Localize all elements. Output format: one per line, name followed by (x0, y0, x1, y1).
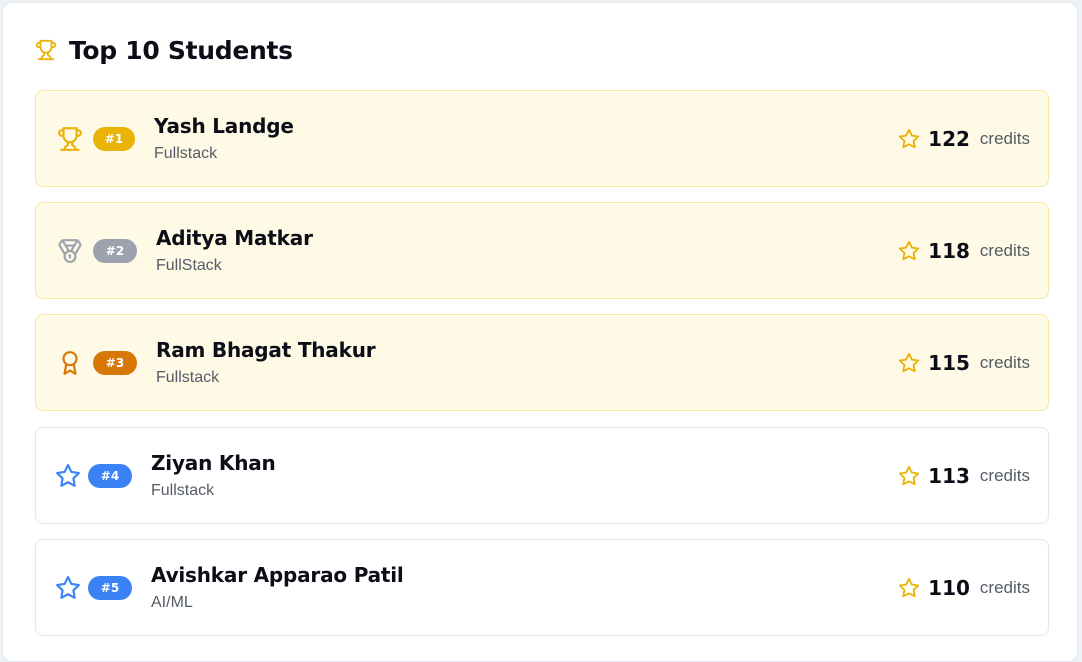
list-item[interactable]: #1 Yash Landge Fullstack 122 credits (35, 90, 1049, 187)
star-icon (54, 462, 82, 490)
credits-value: 115 (928, 351, 970, 375)
credits-value: 110 (928, 576, 970, 600)
student-track: FullStack (156, 257, 222, 274)
student-track: Fullstack (156, 369, 220, 386)
credits-value: 113 (928, 464, 970, 488)
student-name: Aditya Matkar (156, 226, 313, 250)
star-icon (898, 577, 920, 599)
credits-value: 122 (928, 127, 970, 151)
student-track: Fullstack (154, 145, 218, 162)
leaderboard-card: Top 10 Students #1 Yash Landge Fullstack… (2, 2, 1078, 662)
leaderboard-header: Top 10 Students (35, 33, 293, 67)
student-name: Ziyan Khan (151, 451, 276, 475)
rank-badge: #5 (88, 576, 132, 600)
student-info: Aditya Matkar FullStack (156, 225, 313, 275)
credits-display: 118 credits (898, 238, 1030, 264)
student-name: Avishkar Apparao Patil (151, 563, 404, 587)
credits-unit: credits (979, 578, 1030, 597)
credits-display: 113 credits (898, 463, 1030, 489)
credits-value: 118 (928, 239, 970, 263)
credits-display: 110 credits (898, 575, 1030, 601)
student-track: AI/ML (151, 594, 193, 611)
student-info: Avishkar Apparao Patil AI/ML (151, 562, 404, 612)
student-name: Yash Landge (154, 114, 294, 138)
star-icon (54, 574, 82, 602)
rank-badge: #4 (88, 464, 132, 488)
rank-badge: #3 (93, 351, 137, 375)
list-item[interactable]: #2 Aditya Matkar FullStack 118 credits (35, 202, 1049, 299)
list-item[interactable]: #3 Ram Bhagat Thakur Fullstack 115 credi… (35, 314, 1049, 411)
student-track: Fullstack (151, 482, 215, 499)
list-item[interactable]: #5 Avishkar Apparao Patil AI/ML 110 cred… (35, 539, 1049, 636)
credits-unit: credits (979, 241, 1030, 260)
credits-unit: credits (979, 466, 1030, 485)
trophy-icon (56, 125, 84, 153)
page-title: Top 10 Students (69, 35, 293, 65)
student-name: Ram Bhagat Thakur (156, 338, 376, 362)
credits-unit: credits (979, 129, 1030, 148)
list-item[interactable]: #4 Ziyan Khan Fullstack 113 credits (35, 427, 1049, 524)
rank-badge: #2 (93, 239, 137, 263)
student-info: Ziyan Khan Fullstack (151, 450, 276, 500)
student-info: Ram Bhagat Thakur Fullstack (156, 337, 376, 387)
credits-display: 115 credits (898, 350, 1030, 376)
student-info: Yash Landge Fullstack (154, 113, 294, 163)
medal-icon (56, 237, 84, 265)
trophy-icon (35, 38, 57, 62)
award-icon (56, 349, 84, 377)
star-icon (898, 128, 920, 150)
credits-display: 122 credits (898, 126, 1030, 152)
star-icon (898, 240, 920, 262)
credits-unit: credits (979, 353, 1030, 372)
star-icon (898, 352, 920, 374)
star-icon (898, 465, 920, 487)
rank-badge: #1 (93, 127, 135, 151)
